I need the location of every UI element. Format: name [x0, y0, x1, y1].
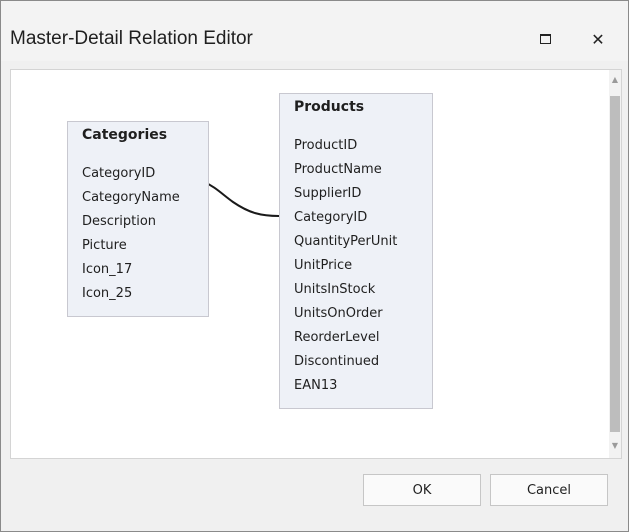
maximize-icon [539, 34, 551, 44]
field-reorder-level[interactable]: ReorderLevel [294, 330, 379, 345]
table-title: Categories [82, 127, 168, 143]
field-units-in-stock[interactable]: UnitsInStock [294, 282, 375, 297]
field-ean13[interactable]: EAN13 [294, 378, 337, 393]
field-category-name[interactable]: CategoryName [82, 190, 180, 205]
field-quantity-per-unit[interactable]: QuantityPerUnit [294, 234, 397, 249]
products-table[interactable]: Products ProductID ProductName SupplierI… [279, 93, 433, 409]
field-product-name[interactable]: ProductName [294, 162, 382, 177]
vertical-scrollbar[interactable]: ▲ ▼ [609, 70, 621, 458]
close-icon: ✕ [591, 29, 605, 49]
field-unit-price[interactable]: UnitPrice [294, 258, 352, 273]
field-units-on-order[interactable]: UnitsOnOrder [294, 306, 383, 321]
field-description[interactable]: Description [82, 214, 156, 229]
field-category-id[interactable]: CategoryID [82, 166, 155, 181]
dialog-title: Master-Detail Relation Editor [10, 28, 253, 49]
scroll-up-icon[interactable]: ▲ [609, 72, 621, 86]
scroll-down-icon[interactable]: ▼ [609, 438, 621, 452]
field-category-id[interactable]: CategoryID [294, 210, 367, 225]
field-supplier-id[interactable]: SupplierID [294, 186, 361, 201]
relation-editor-dialog: Master-Detail Relation Editor ✕ Categori… [0, 0, 629, 532]
relation-diagram-canvas[interactable]: Categories CategoryID CategoryName Descr… [10, 69, 622, 459]
field-picture[interactable]: Picture [82, 238, 127, 253]
field-icon-25[interactable]: Icon_25 [82, 286, 132, 301]
close-button[interactable]: ✕ [575, 16, 621, 62]
categories-table[interactable]: Categories CategoryID CategoryName Descr… [67, 121, 209, 317]
field-discontinued[interactable]: Discontinued [294, 354, 379, 369]
field-icon-17[interactable]: Icon_17 [82, 262, 132, 277]
table-title: Products [294, 99, 365, 115]
scroll-thumb[interactable] [610, 96, 620, 432]
field-product-id[interactable]: ProductID [294, 138, 357, 153]
cancel-button[interactable]: Cancel [490, 474, 608, 506]
maximize-button[interactable] [522, 16, 568, 62]
ok-button[interactable]: OK [363, 474, 481, 506]
title-bar[interactable]: Master-Detail Relation Editor ✕ [1, 1, 628, 61]
